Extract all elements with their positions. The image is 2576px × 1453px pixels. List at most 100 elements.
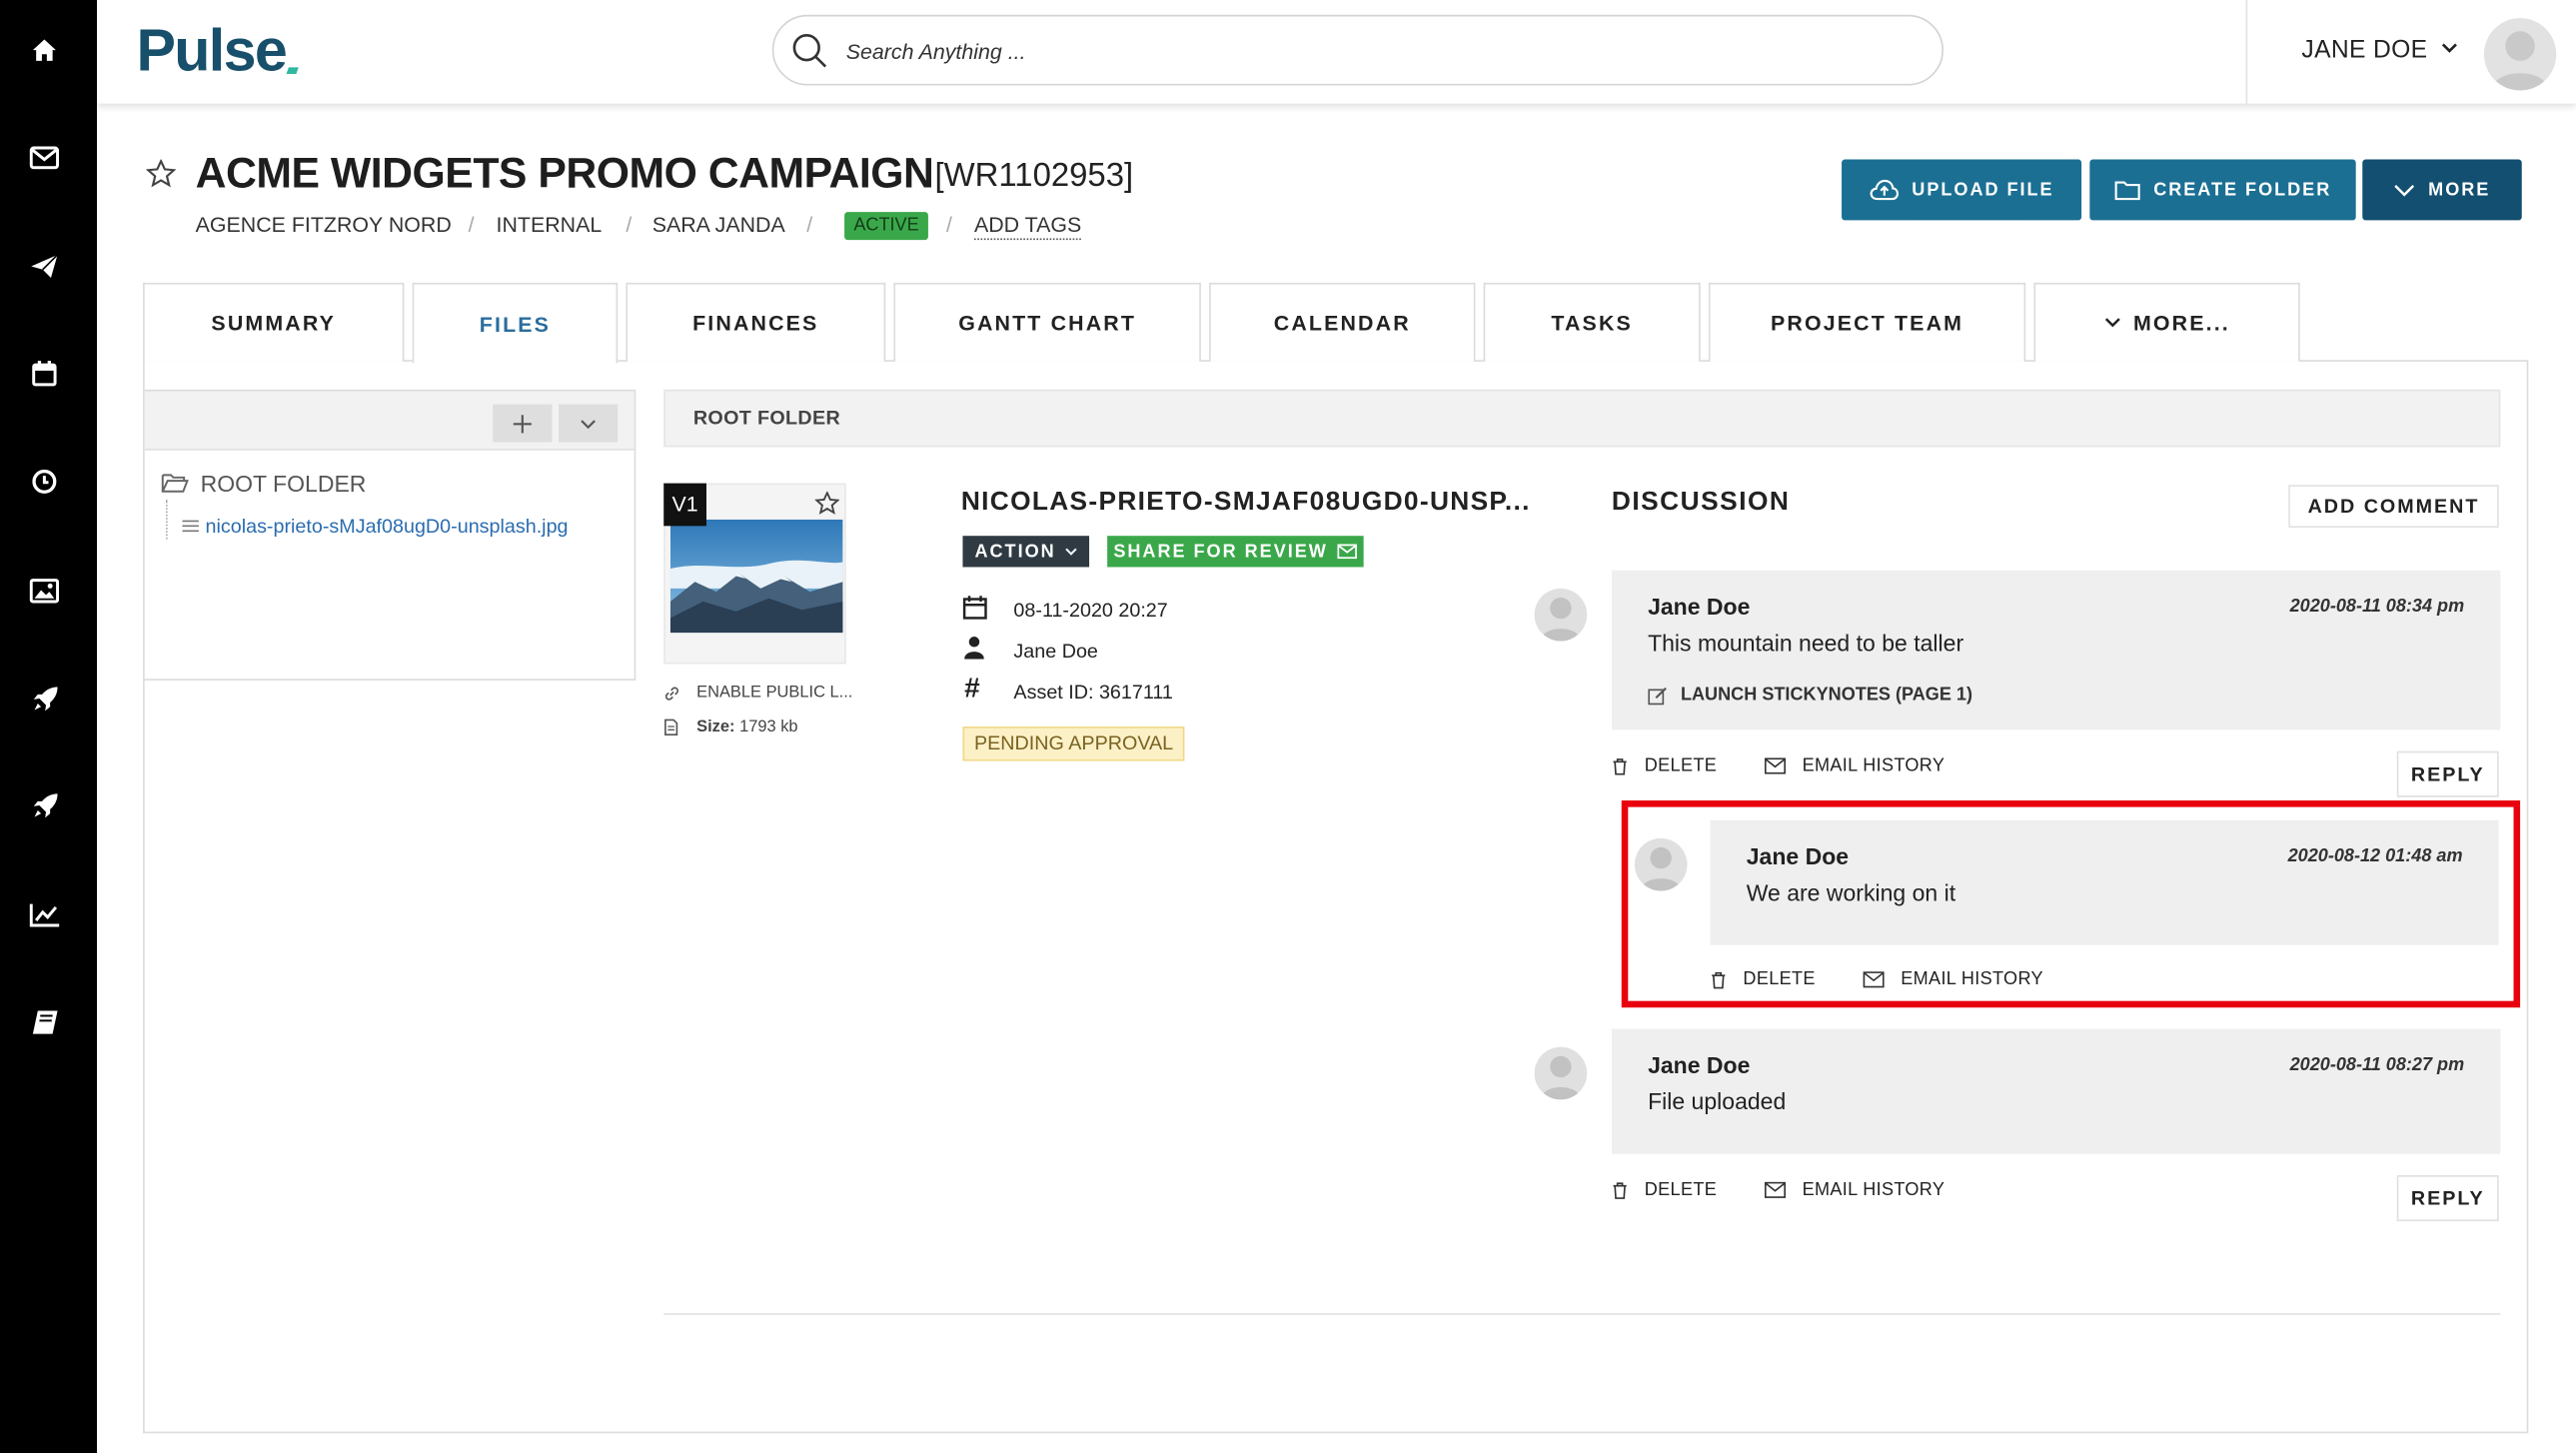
delete-comment-button[interactable]: DELETE — [1612, 1180, 1717, 1200]
comment-author: Jane Doe — [1648, 593, 1751, 621]
folder-tree-header — [144, 391, 635, 451]
user-menu[interactable]: JANE DOE — [2301, 36, 2457, 64]
book-icon[interactable] — [25, 1002, 64, 1041]
comment-card: Jane Doe 2020-08-11 08:27 pm File upload… — [1611, 1028, 2501, 1154]
tab-tasks[interactable]: TASKS — [1483, 282, 1701, 362]
file-thumbnail-image[interactable] — [669, 519, 843, 634]
hash-icon: # — [964, 672, 980, 704]
add-tags-link[interactable]: ADD TAGS — [973, 212, 1082, 241]
more-actions-button[interactable]: MORE — [2362, 159, 2522, 221]
tab-calendar[interactable]: CALENDAR — [1209, 282, 1476, 362]
breadcrumb-internal[interactable]: INTERNAL — [497, 212, 603, 237]
folder-open-icon — [161, 474, 189, 493]
delete-comment-button[interactable]: DELETE — [1711, 969, 1816, 989]
sidebar — [0, 0, 98, 1453]
user-avatar[interactable] — [2483, 18, 2557, 91]
tab-finances[interactable]: FINANCES — [626, 282, 886, 362]
file-lines-icon — [182, 520, 199, 533]
edit-icon — [1648, 687, 1667, 705]
comment-avatar — [1534, 1046, 1588, 1100]
rocket-icon[interactable] — [25, 679, 64, 718]
tree-root-folder[interactable]: ROOT FOLDER — [201, 470, 367, 496]
action-dropdown-button[interactable]: ACTION — [962, 536, 1090, 568]
chevron-down-icon — [2441, 43, 2457, 53]
favorite-star-icon[interactable] — [146, 159, 176, 188]
file-star-icon[interactable] — [814, 491, 840, 515]
create-folder-button[interactable]: CREATE FOLDER — [2089, 159, 2356, 221]
email-history-button[interactable]: EMAIL HISTORY — [1764, 1179, 1945, 1200]
file-name[interactable]: NICOLAS-PRIETO-SMJAF08UGD0-UNSP... — [961, 489, 1531, 519]
project-code: [WR1102953] — [934, 157, 1134, 195]
tab-project-team[interactable]: PROJECT TEAM — [1708, 282, 2026, 362]
asset-id: Asset ID: 3617111 — [1013, 680, 1173, 704]
clock-icon[interactable] — [25, 462, 64, 501]
breadcrumb-agency[interactable]: AGENCE FITZROY NORD — [196, 212, 452, 237]
reply-button[interactable]: REPLY — [2396, 1175, 2499, 1222]
add-folder-button[interactable] — [493, 404, 553, 443]
app-root: Pulse JANE DOE ACME WIDGETS PROMO CAMPAI… — [0, 0, 2576, 1453]
comment-avatar — [1534, 588, 1588, 642]
breadcrumb-separator: / — [806, 212, 813, 237]
calendar-icon[interactable] — [25, 354, 64, 393]
tab-more-label: MORE... — [2132, 310, 2230, 336]
delete-comment-button[interactable]: DELETE — [1612, 755, 1718, 776]
launch-stickynotes-link[interactable]: LAUNCH STICKYNOTES (PAGE 1) — [1648, 686, 1972, 706]
send-icon[interactable] — [25, 247, 64, 286]
reply-button[interactable]: REPLY — [2396, 750, 2499, 797]
email-history-button[interactable]: EMAIL HISTORY — [1764, 755, 1945, 776]
cloud-upload-icon — [1870, 179, 1899, 201]
comment-author: Jane Doe — [1746, 842, 1850, 870]
divider — [663, 1313, 2501, 1315]
project-title: ACME WIDGETS PROMO CAMPAIGN — [195, 148, 934, 198]
discussion-title: DISCUSSION — [1611, 488, 1791, 517]
delete-label: DELETE — [1743, 969, 1816, 990]
folder-header: ROOT FOLDER — [663, 389, 2501, 448]
tab-gantt-chart[interactable]: GANTT CHART — [893, 282, 1201, 362]
search-icon — [792, 34, 827, 68]
file-owner: Jane Doe — [1013, 639, 1098, 663]
tab-more[interactable]: MORE... — [2033, 282, 2300, 362]
reply-comment-card: Jane Doe 2020-08-12 01:48 am We are work… — [1710, 819, 2499, 945]
email-history-label: EMAIL HISTORY — [1802, 755, 1945, 776]
enable-public-link[interactable]: ENABLE PUBLIC L... — [696, 684, 852, 702]
envelope-icon — [1863, 971, 1885, 988]
folder-icon — [2114, 181, 2140, 201]
add-comment-button[interactable]: ADD COMMENT — [2288, 485, 2499, 528]
chart-icon[interactable] — [25, 894, 64, 933]
create-folder-label: CREATE FOLDER — [2153, 180, 2332, 200]
plus-icon — [513, 414, 532, 433]
file-size-icon — [664, 719, 678, 736]
comment-date: 2020-08-11 08:27 pm — [2289, 1054, 2465, 1075]
pulse-logo[interactable]: Pulse — [136, 16, 287, 85]
tab-files[interactable]: FILES — [412, 282, 619, 364]
header-divider — [2245, 0, 2248, 104]
calendar-icon — [962, 596, 987, 620]
comment-date: 2020-08-11 08:34 pm — [2289, 597, 2465, 617]
tree-file-link[interactable]: nicolas-prieto-sMJaf08ugD0-unsplash.jpg — [206, 515, 569, 538]
email-history-button[interactable]: EMAIL HISTORY — [1863, 969, 2043, 989]
tab-summary[interactable]: SUMMARY — [143, 282, 405, 362]
comment-text: This mountain need to be taller — [1648, 629, 1964, 657]
folder-tree-panel: ROOT FOLDER nicolas-prieto-sMJaf08ugD0-u… — [143, 389, 637, 681]
link-icon — [664, 687, 679, 701]
image-icon[interactable] — [25, 571, 64, 610]
size-value: 1793 kb — [739, 718, 798, 736]
mail-icon[interactable] — [25, 138, 64, 177]
tree-line — [166, 500, 168, 540]
search-input[interactable] — [845, 32, 1898, 70]
breadcrumb-separator: / — [626, 212, 633, 237]
home-icon[interactable] — [25, 30, 64, 69]
breadcrumb-owner[interactable]: SARA JANDA — [652, 212, 785, 237]
comment-text: We are working on it — [1746, 878, 1956, 906]
email-history-label: EMAIL HISTORY — [1802, 1179, 1945, 1200]
search-bar[interactable] — [771, 14, 1944, 86]
chevron-down-icon — [1064, 548, 1077, 556]
chevron-down-icon — [2394, 184, 2415, 196]
share-for-review-button[interactable]: SHARE FOR REVIEW — [1107, 536, 1364, 568]
folder-options-button[interactable] — [559, 404, 619, 443]
delete-label: DELETE — [1644, 755, 1718, 776]
rocket-alt-icon[interactable] — [25, 785, 64, 824]
upload-file-button[interactable]: UPLOAD FILE — [1842, 159, 2082, 221]
share-label: SHARE FOR REVIEW — [1113, 541, 1328, 562]
envelope-icon — [1764, 757, 1787, 774]
